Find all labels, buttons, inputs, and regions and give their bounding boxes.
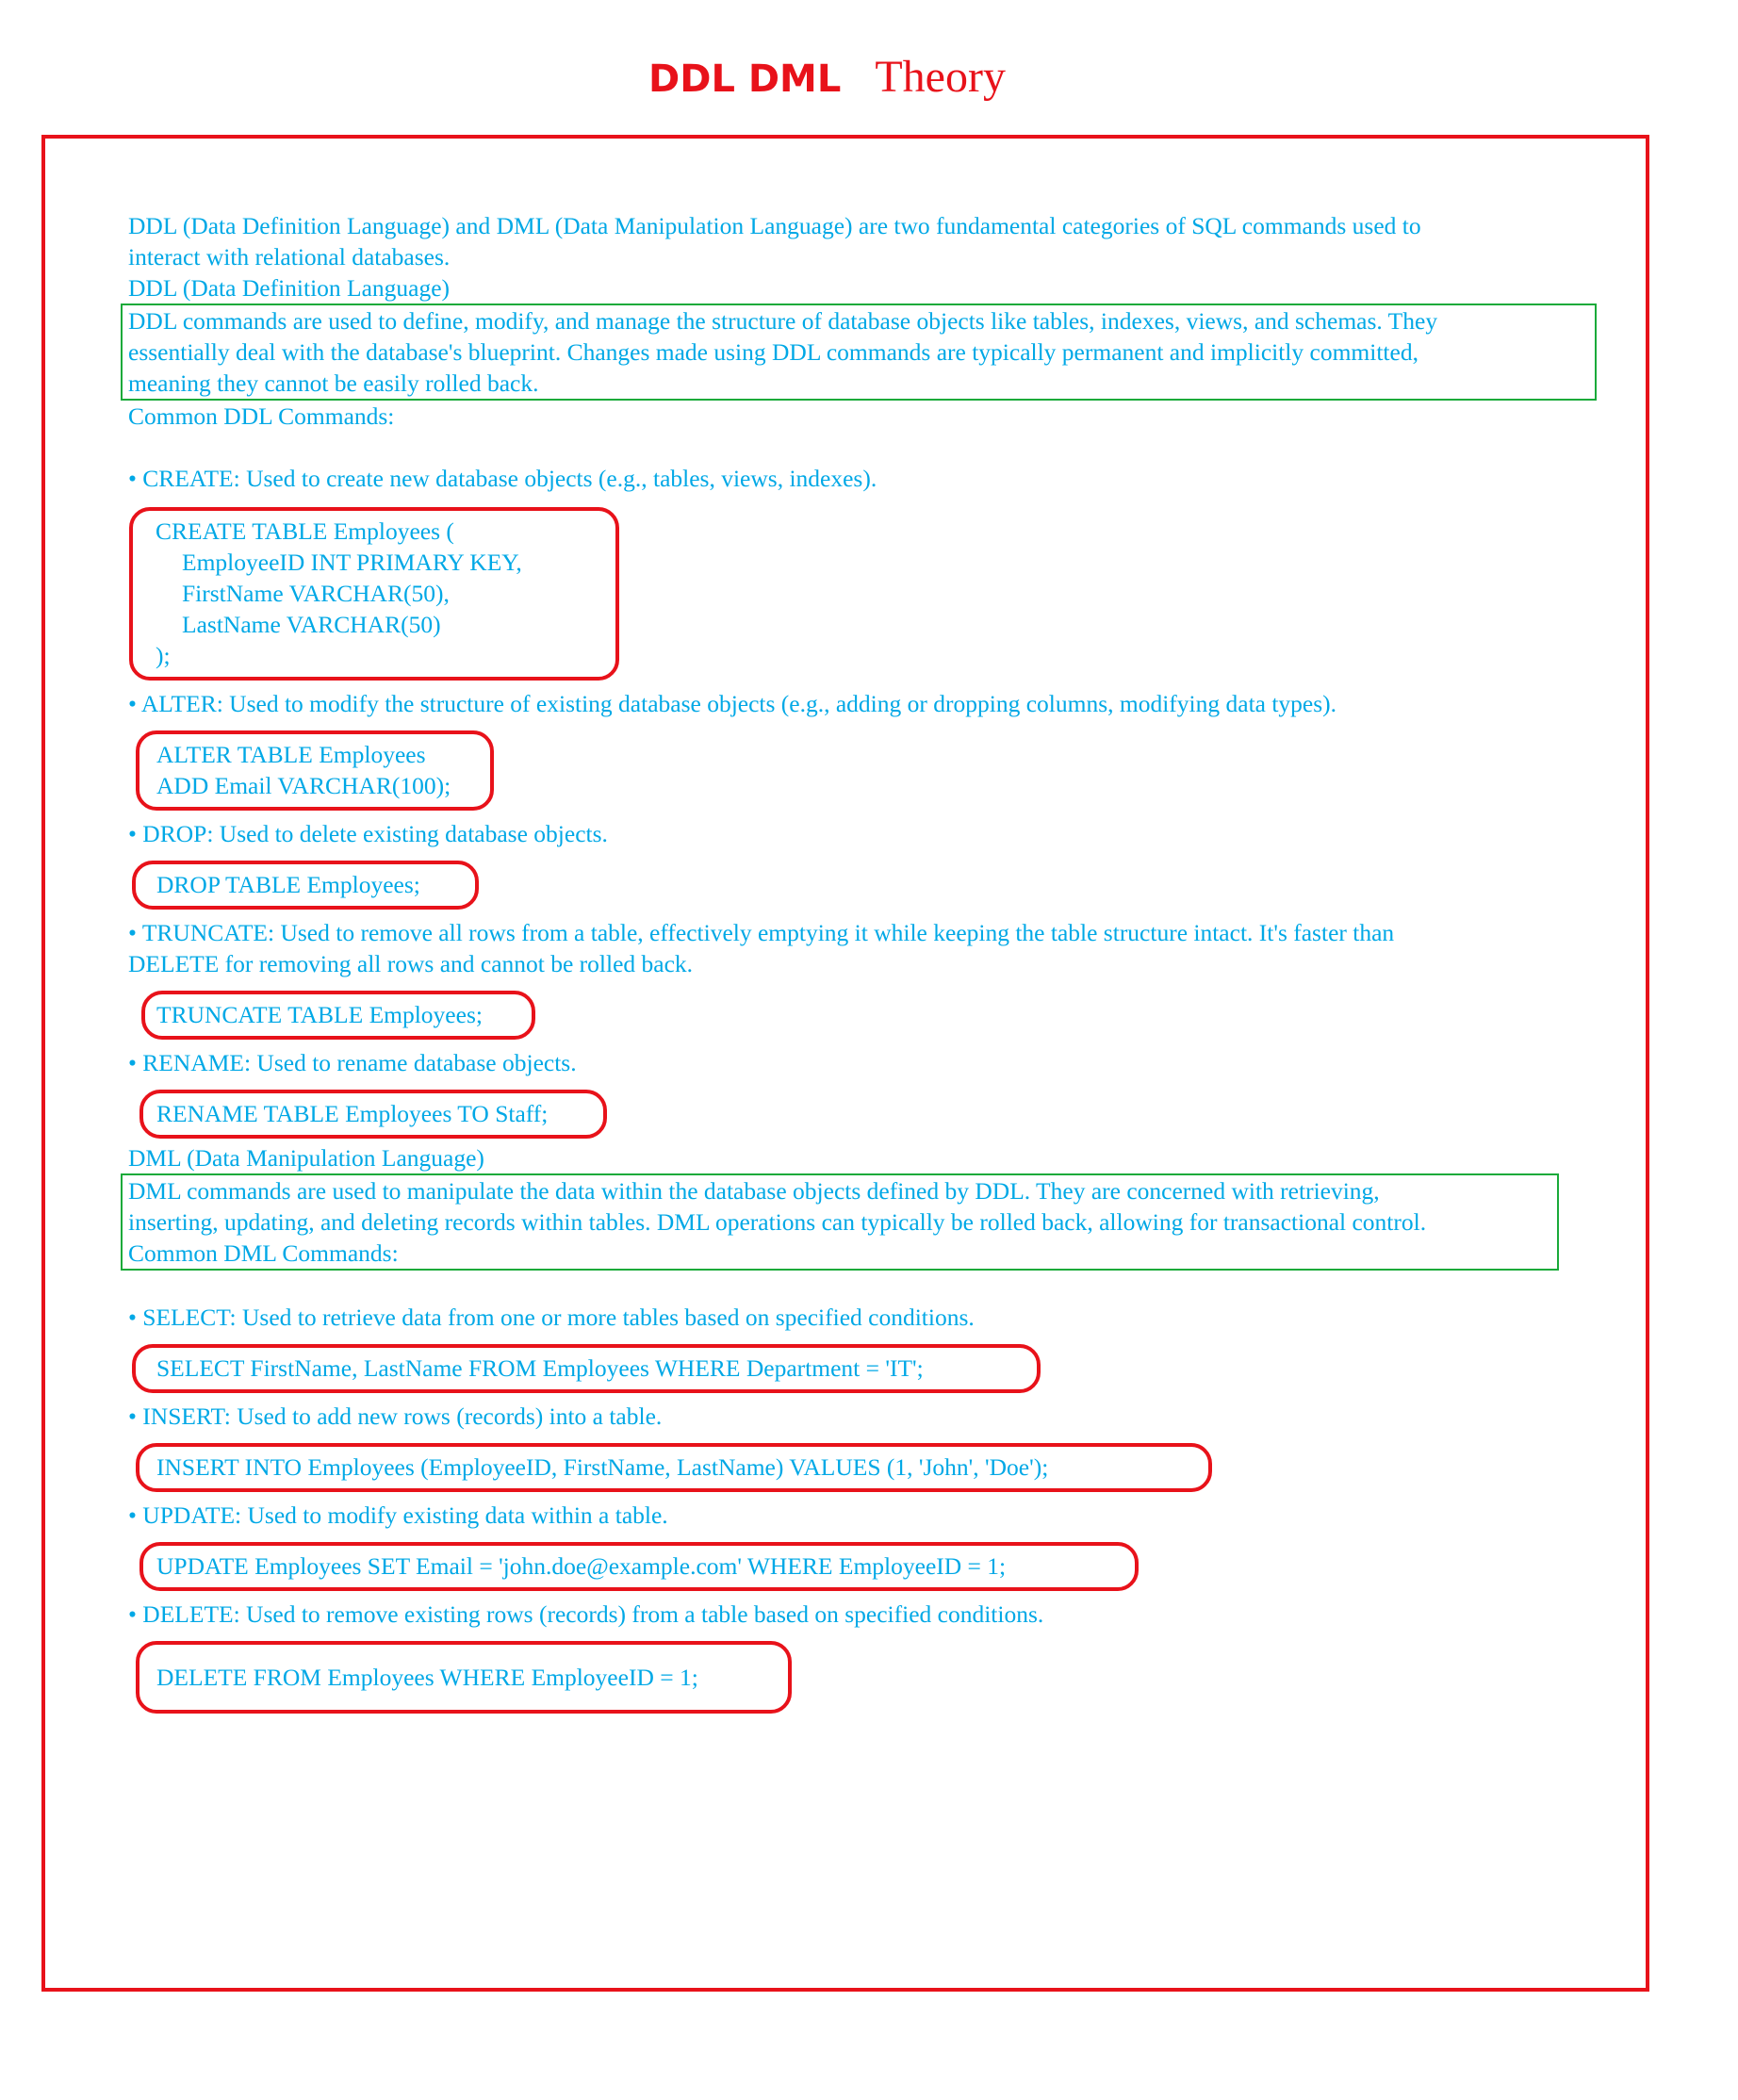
code-line: INSERT INTO Employees (EmployeeID, First… [156, 1453, 1049, 1481]
truncate-bullet-line-2: DELETE for removing all rows and cannot … [128, 950, 694, 977]
code-line: DELETE FROM Employees WHERE EmployeeID =… [156, 1664, 698, 1691]
code-line: FirstName VARCHAR(50), [182, 580, 450, 607]
document-body: DDL (Data Definition Language) and DML (… [121, 210, 1597, 1714]
code-line: ADD Email VARCHAR(100); [156, 772, 451, 799]
code-line: ); [156, 642, 171, 669]
ddl-heading: DDL (Data Definition Language) [128, 274, 451, 302]
code-line: ALTER TABLE Employees [156, 741, 426, 768]
code-line: SELECT FirstName, LastName FROM Employee… [156, 1354, 924, 1382]
drop-code-box: DROP TABLE Employees; [132, 861, 479, 910]
create-bullet: • CREATE: Used to create new database ob… [128, 465, 877, 492]
code-line: DROP TABLE Employees; [156, 871, 420, 898]
code-line: RENAME TABLE Employees TO Staff; [156, 1100, 549, 1127]
ddl-desc-line-2: essentially deal with the database's blu… [128, 338, 1418, 366]
dml-common-heading: Common DML Commands: [128, 1239, 399, 1267]
create-code-box: CREATE TABLE Employees ( EmployeeID INT … [129, 507, 619, 681]
code-line: TRUNCATE TABLE Employees; [156, 1001, 483, 1028]
ddl-definition-box: DDL commands are used to define, modify,… [121, 304, 1597, 401]
update-bullet: • UPDATE: Used to modify existing data w… [128, 1501, 668, 1529]
dml-heading: DML (Data Manipulation Language) [128, 1144, 484, 1172]
dml-desc-line-1: DML commands are used to manipulate the … [128, 1177, 1380, 1205]
ddl-desc-line-1: DDL commands are used to define, modify,… [128, 307, 1438, 335]
ddl-common-heading: Common DDL Commands: [128, 402, 395, 430]
update-code-box: UPDATE Employees SET Email = 'john.doe@e… [139, 1542, 1139, 1591]
code-line: CREATE TABLE Employees ( [156, 517, 454, 545]
dml-definition-box: DML commands are used to manipulate the … [121, 1173, 1559, 1271]
select-bullet: • SELECT: Used to retrieve data from one… [128, 1304, 975, 1331]
code-line: UPDATE Employees SET Email = 'john.doe@e… [156, 1552, 1007, 1580]
rename-bullet: • RENAME: Used to rename database object… [128, 1049, 577, 1076]
alter-bullet: • ALTER: Used to modify the structure of… [128, 690, 1337, 717]
delete-code-box: DELETE FROM Employees WHERE EmployeeID =… [136, 1641, 792, 1714]
intro-line-2: interact with relational databases. [128, 243, 451, 271]
insert-code-box: INSERT INTO Employees (EmployeeID, First… [136, 1443, 1212, 1492]
truncate-code-box: TRUNCATE TABLE Employees; [141, 991, 535, 1040]
select-code-box: SELECT FirstName, LastName FROM Employee… [132, 1344, 1041, 1393]
title-part-2: Theory [875, 52, 1006, 102]
delete-bullet: • DELETE: Used to remove existing rows (… [128, 1600, 1044, 1628]
dml-desc-line-2: inserting, updating, and deleting record… [128, 1208, 1427, 1236]
alter-code-box: ALTER TABLE Employees ADD Email VARCHAR(… [136, 730, 494, 811]
code-line: EmployeeID INT PRIMARY KEY, [182, 549, 522, 576]
code-line: LastName VARCHAR(50) [182, 611, 441, 638]
drop-bullet: • DROP: Used to delete existing database… [128, 820, 608, 847]
title-part-1: DDL DML [648, 57, 842, 101]
truncate-bullet-line-1: • TRUNCATE: Used to remove all rows from… [128, 919, 1395, 946]
rename-code-box: RENAME TABLE Employees TO Staff; [139, 1090, 607, 1139]
ddl-desc-line-3: meaning they cannot be easily rolled bac… [128, 369, 539, 397]
insert-bullet: • INSERT: Used to add new rows (records)… [128, 1403, 663, 1430]
page-title: DDL DML Theory [0, 51, 1654, 103]
intro-line-1: DDL (Data Definition Language) and DML (… [128, 212, 1421, 239]
